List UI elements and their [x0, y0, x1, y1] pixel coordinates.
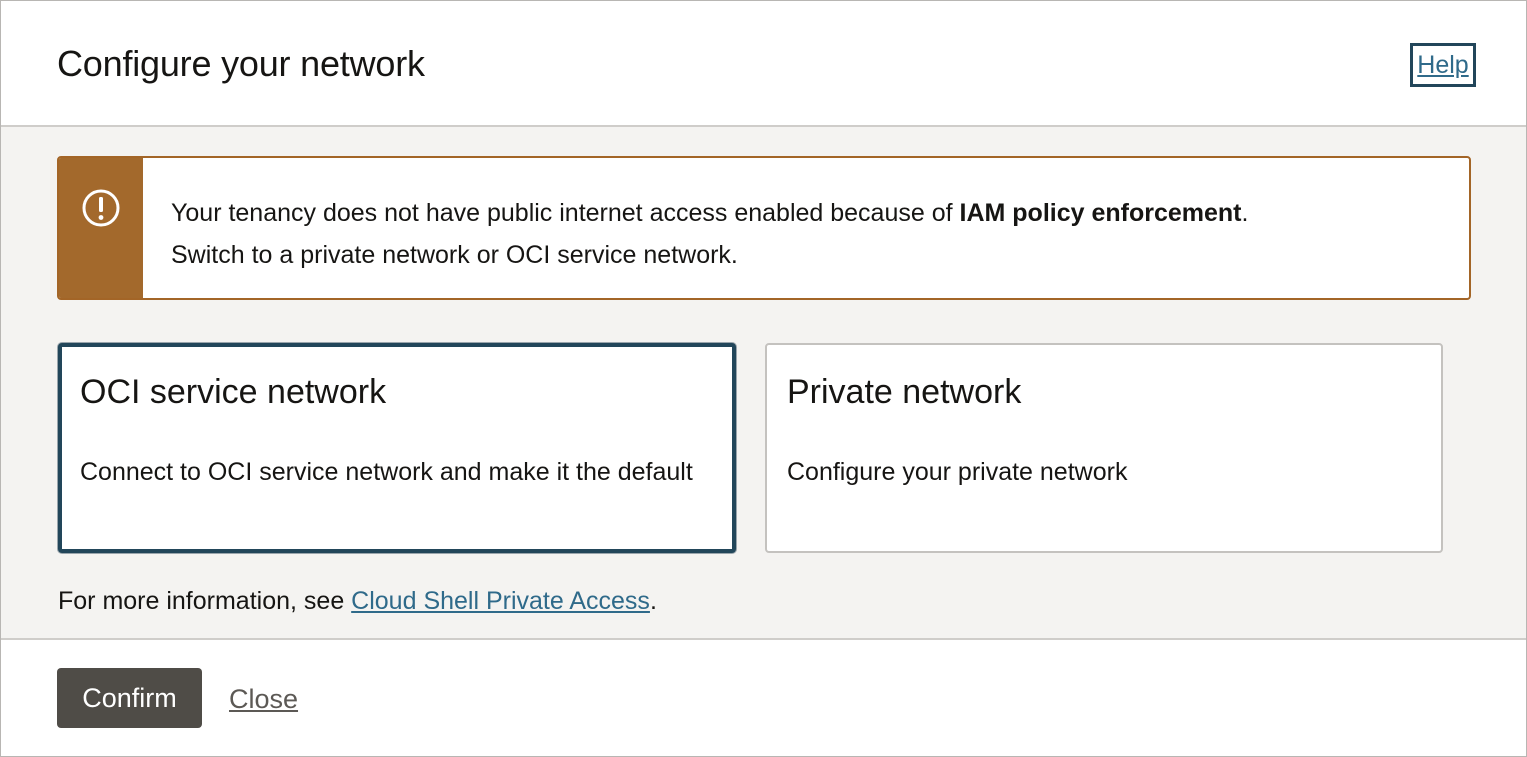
option-description: Configure your private network — [787, 458, 1128, 486]
alert-text-line2: Switch to a private network or OCI servi… — [171, 241, 738, 269]
info-prefix: For more information, see — [58, 587, 352, 615]
option-description: Connect to OCI service network and make … — [80, 458, 693, 486]
alert-text-after: . — [1241, 199, 1249, 227]
option-title: Private network — [787, 373, 1022, 411]
help-link[interactable]: Help — [1410, 43, 1476, 87]
dialog-body: Your tenancy does not have public intern… — [1, 127, 1526, 638]
cloud-shell-private-access-link[interactable]: Cloud Shell Private Access — [351, 587, 650, 615]
configure-network-dialog: Configure your network Help Your tenancy… — [0, 0, 1527, 757]
alert-stripe — [59, 158, 143, 298]
confirm-button[interactable]: Confirm — [57, 668, 202, 728]
option-card-private-network[interactable]: Private network Configure your private n… — [765, 343, 1443, 553]
close-link[interactable]: Close — [229, 684, 298, 715]
dialog-title: Configure your network — [57, 43, 425, 84]
info-suffix: . — [649, 587, 657, 615]
alert-text-before: Your tenancy does not have public intern… — [171, 199, 960, 227]
dialog-header: Configure your network Help — [1, 1, 1526, 127]
alert-text-bold: IAM policy enforcement — [959, 199, 1242, 227]
option-title: OCI service network — [80, 373, 387, 411]
warning-alert: Your tenancy does not have public intern… — [57, 156, 1471, 300]
alert-message: Your tenancy does not have public intern… — [171, 192, 1441, 276]
option-card-oci-service-network[interactable]: OCI service network Connect to OCI servi… — [58, 343, 736, 553]
more-info-text: For more information, see Cloud Shell Pr… — [58, 587, 657, 616]
warning-circle-icon — [82, 189, 120, 227]
dialog-footer: Confirm Close — [1, 638, 1526, 756]
